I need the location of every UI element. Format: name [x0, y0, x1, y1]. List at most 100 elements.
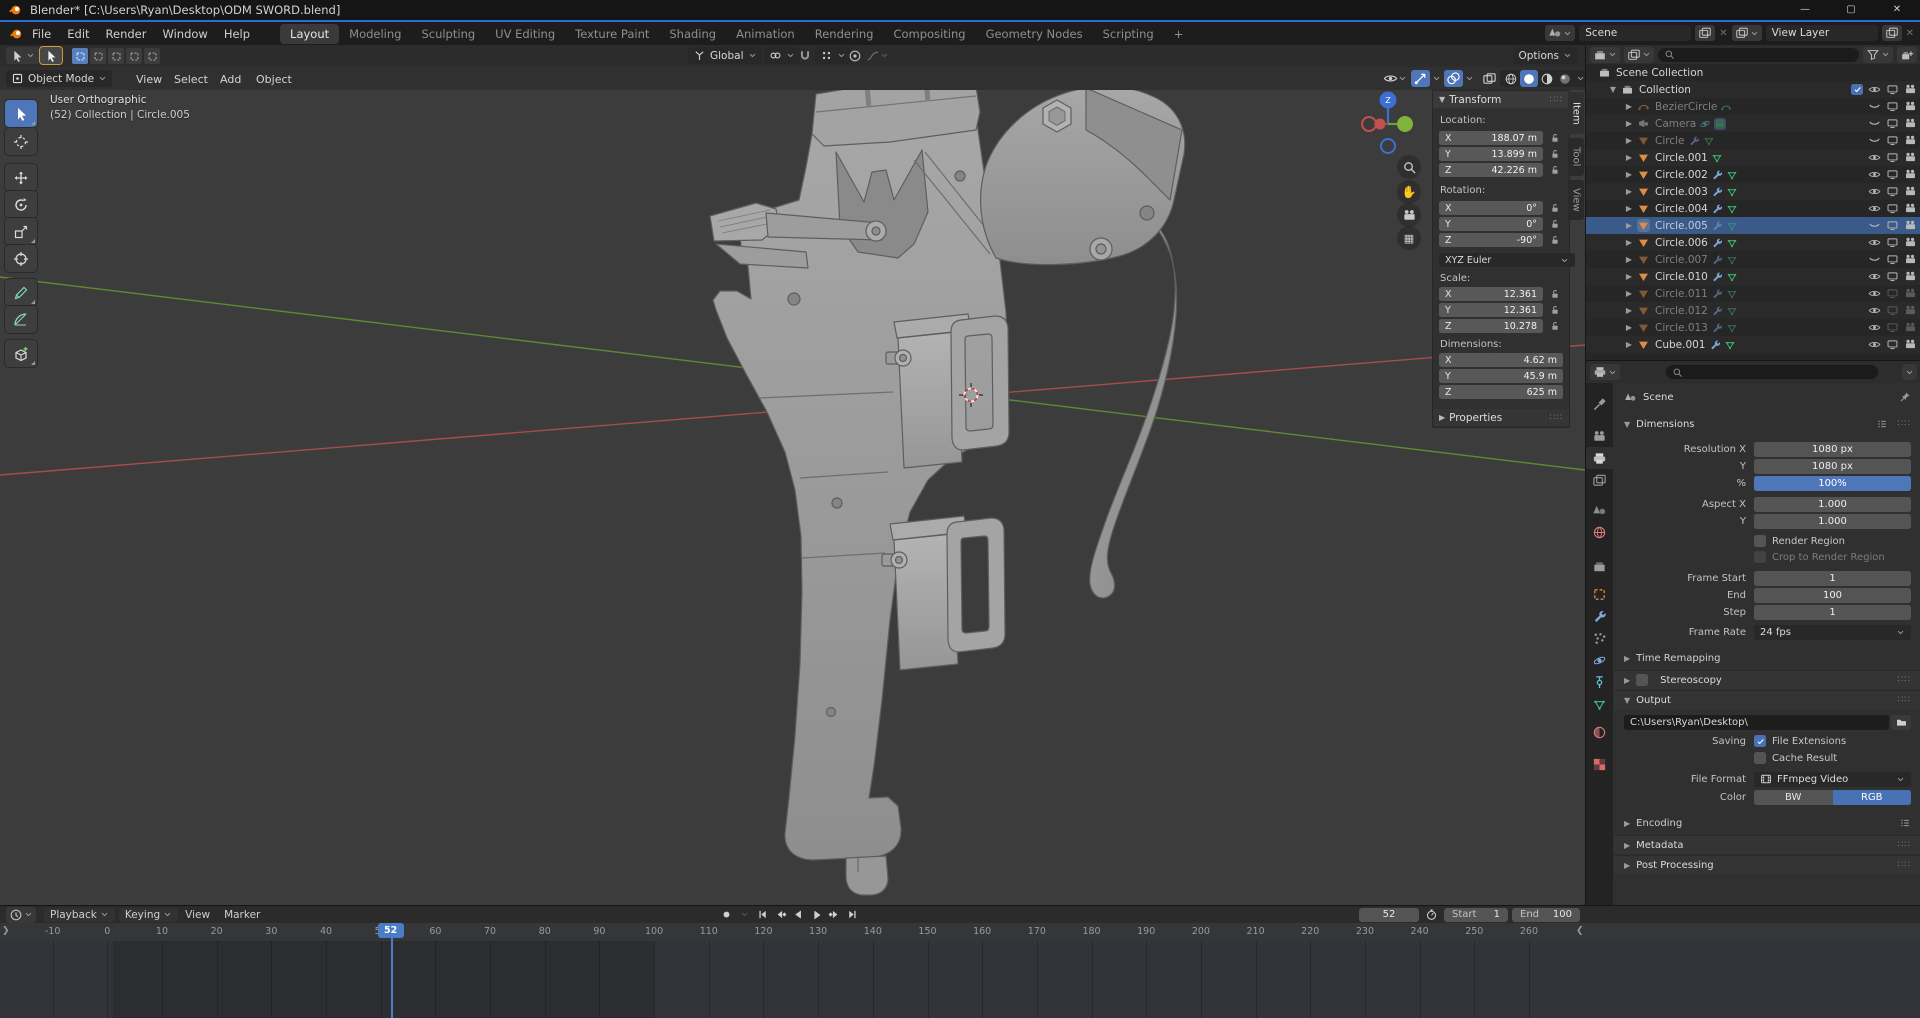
render-disable-icon[interactable] [1904, 253, 1917, 266]
expand-icon[interactable]: ▶ [1624, 272, 1634, 281]
outliner-display-mode-dropdown[interactable] [1590, 47, 1620, 63]
proportional-editing-icon[interactable] [846, 47, 864, 64]
minimize-button[interactable]: — [1782, 0, 1828, 20]
viewport-menu-add[interactable]: Add [212, 70, 249, 89]
remove-view-layer-icon[interactable]: ✕ [1906, 28, 1914, 39]
tab-shading[interactable]: Shading [659, 24, 726, 44]
expand-icon[interactable]: ▶ [1624, 255, 1634, 264]
render-disable-icon[interactable] [1904, 338, 1917, 351]
tool-scale[interactable] [5, 218, 37, 245]
menu-window[interactable]: Window [154, 24, 215, 44]
options-dropdown[interactable]: Options [1513, 47, 1577, 64]
location-z-field[interactable]: Z42.226 m [1439, 163, 1543, 177]
lock-icon[interactable] [1549, 164, 1561, 176]
jump-to-start-button[interactable] [754, 907, 771, 922]
new-collection-button[interactable] [1897, 47, 1917, 63]
select-mode-intersect-button[interactable] [144, 48, 160, 64]
frame-end-field[interactable]: End100 [1512, 908, 1580, 922]
tab-layout[interactable]: Layout [280, 24, 339, 44]
menu-render[interactable]: Render [98, 24, 155, 44]
view-layer-type-button[interactable] [1732, 25, 1762, 41]
overlays-toggle[interactable] [1444, 70, 1463, 87]
viewport-disable-icon[interactable] [1886, 304, 1899, 317]
hide-eye-icon[interactable] [1868, 117, 1881, 130]
scale-y-field[interactable]: Y12.361 [1439, 303, 1543, 317]
pin-icon[interactable] [1899, 391, 1911, 403]
encoding-panel-header[interactable]: ▶Encoding [1624, 815, 1911, 831]
collection-checkbox[interactable] [1851, 84, 1863, 95]
timeline-marker-menu[interactable]: Marker [217, 909, 267, 921]
gizmos-toggle[interactable] [1411, 70, 1430, 87]
tab-constraints[interactable] [1586, 671, 1613, 693]
hide-eye-icon[interactable] [1868, 253, 1881, 266]
lock-icon[interactable] [1549, 288, 1561, 300]
viewport-disable-icon[interactable] [1886, 236, 1899, 249]
hide-eye-icon[interactable] [1868, 219, 1881, 232]
viewport-disable-icon[interactable] [1886, 83, 1899, 96]
playhead-frame-pill[interactable]: 52 [378, 923, 404, 938]
tab-modifiers[interactable] [1586, 605, 1613, 627]
lock-icon[interactable] [1549, 320, 1561, 332]
hide-eye-icon[interactable] [1868, 100, 1881, 113]
dimensions-y-field[interactable]: Y45.9 m [1439, 369, 1563, 383]
crop-region-checkbox[interactable] [1754, 551, 1766, 563]
tool-transform[interactable] [5, 245, 37, 272]
expand-icon[interactable]: ▶ [1624, 170, 1634, 179]
expand-icon[interactable]: ▶ [1624, 119, 1634, 128]
3d-viewport[interactable]: User Orthographic (52) Collection | Circ… [0, 90, 1585, 905]
active-tool-icon[interactable] [40, 47, 62, 64]
viewport-disable-icon[interactable] [1886, 270, 1899, 283]
viewport-disable-icon[interactable] [1886, 168, 1899, 181]
panel-grip[interactable]: ∷∷ [1550, 95, 1563, 105]
proportional-falloff-dropdown[interactable] [864, 47, 891, 64]
outliner-row-circle-002[interactable]: ▶ Circle.002 [1586, 166, 1920, 183]
scale-x-field[interactable]: X12.361 [1439, 287, 1543, 301]
properties-search-input[interactable] [1666, 365, 1878, 379]
viewport-disable-icon[interactable] [1886, 151, 1899, 164]
scale-z-field[interactable]: Z10.278 [1439, 319, 1543, 333]
render-disable-icon[interactable] [1904, 219, 1917, 232]
gizmo-y-axis[interactable] [1397, 116, 1413, 132]
ortho-toggle-button[interactable]: ▦ [1397, 226, 1421, 250]
panel-grip[interactable]: ∷∷ [1898, 695, 1911, 705]
dimensions-panel-header[interactable]: ▼Dimensions ∷∷ [1614, 415, 1920, 433]
properties-options-dropdown[interactable] [1902, 364, 1917, 380]
render-disable-icon[interactable] [1904, 168, 1917, 181]
render-disable-icon[interactable] [1904, 270, 1917, 283]
scene-selector[interactable]: Scene [1579, 25, 1691, 41]
color-bw-button[interactable]: BW [1754, 790, 1833, 805]
tab-uv-editing[interactable]: UV Editing [485, 24, 565, 44]
hide-eye-icon[interactable] [1868, 287, 1881, 300]
metadata-panel-header[interactable]: ▶Metadata∷∷ [1614, 835, 1920, 854]
object-type-visibility-dropdown[interactable] [1381, 70, 1409, 87]
gizmo-z-neg-axis[interactable] [1381, 139, 1395, 153]
aspect-y-field[interactable]: 1.000 [1754, 514, 1911, 529]
expand-icon[interactable]: ▶ [1624, 187, 1634, 196]
pan-hand-button[interactable]: ✋ [1397, 180, 1421, 204]
outliner-row-camera[interactable]: ▶ Camera [1586, 115, 1920, 132]
hide-eye-icon[interactable] [1868, 134, 1881, 147]
frame-end-field[interactable]: 100 [1754, 588, 1911, 603]
render-disable-icon[interactable] [1904, 287, 1917, 300]
outliner-row-circle-011[interactable]: ▶ Circle.011 [1586, 285, 1920, 302]
resolution-x-field[interactable]: 1080 px [1754, 442, 1911, 457]
hide-eye-icon[interactable] [1868, 321, 1881, 334]
outliner-filter-mode-dropdown[interactable] [1624, 47, 1654, 63]
lock-icon[interactable] [1549, 202, 1561, 214]
unlink-scene-icon[interactable]: ✕ [1719, 28, 1727, 39]
outliner-search-input[interactable] [1658, 48, 1859, 62]
tool-cursor[interactable] [5, 128, 37, 155]
stereoscopy-panel-header[interactable]: ▶ Stereoscopy∷∷ [1614, 670, 1920, 689]
expand-chevron-icon[interactable]: ❯ [2, 926, 10, 936]
render-disable-icon[interactable] [1904, 321, 1917, 334]
overlays-dropdown[interactable] [1463, 70, 1476, 87]
panel-grip[interactable]: ∷∷ [1550, 413, 1563, 423]
stereoscopy-checkbox[interactable] [1636, 674, 1648, 686]
viewport-menu-object[interactable]: Object [248, 70, 300, 89]
mesh-object-trigger-assembly[interactable] [710, 90, 1185, 895]
viewport-disable-icon[interactable] [1886, 253, 1899, 266]
outliner-row-circle-007[interactable]: ▶ Circle.007 [1586, 251, 1920, 268]
output-path-field[interactable]: C:\Users\Ryan\Desktop\ [1624, 715, 1889, 730]
tab-rendering[interactable]: Rendering [805, 24, 884, 44]
tab-render[interactable] [1586, 425, 1613, 447]
